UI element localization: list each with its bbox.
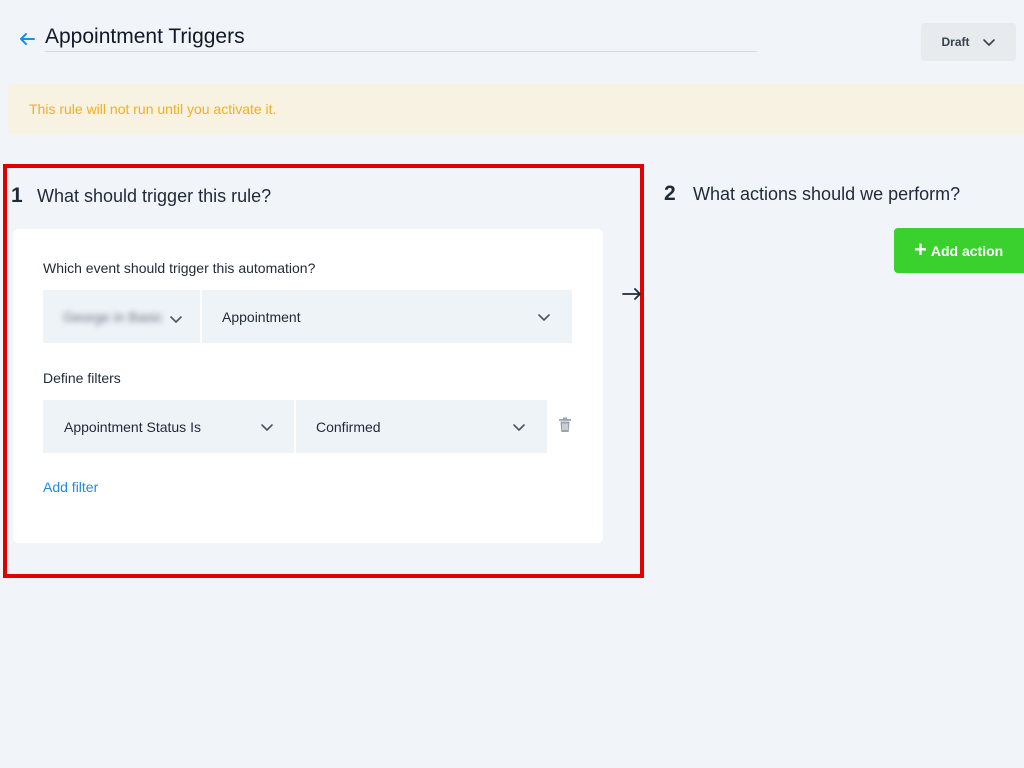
step-number-1: 1 [11, 184, 23, 207]
filter-value-select[interactable]: Confirmed [296, 400, 547, 453]
event-label: Which event should trigger this automati… [43, 260, 316, 276]
add-filter-link[interactable]: Add filter [43, 479, 98, 495]
back-arrow-icon[interactable] [17, 29, 37, 49]
plus-icon: + [914, 236, 927, 262]
add-action-label: Add action [930, 242, 1004, 259]
status-dropdown[interactable]: Draft [921, 23, 1016, 61]
title-divider [45, 51, 757, 52]
trash-icon[interactable] [556, 416, 574, 434]
status-label: Draft [941, 35, 970, 49]
arrow-right-icon [621, 284, 643, 304]
chevron-down-icon [260, 420, 274, 434]
source-select[interactable]: George in Basic [43, 290, 200, 343]
banner-text: This rule will not run until you activat… [29, 101, 277, 117]
inactive-rule-banner: This rule will not run until you activat… [8, 84, 1024, 135]
add-action-button[interactable]: + Add action [894, 228, 1024, 273]
event-select-value: Appointment [222, 308, 301, 325]
filter-field-select[interactable]: Appointment Status Is [43, 400, 294, 453]
step-number-2: 2 [664, 182, 676, 205]
chevron-down-icon [537, 310, 551, 324]
filter-value-text: Confirmed [316, 418, 381, 435]
page-title: Appointment Triggers [45, 25, 245, 48]
actions-section-title: What actions should we perform? [693, 184, 961, 204]
trigger-card: Which event should trigger this automati… [13, 229, 603, 543]
filters-label: Define filters [43, 370, 121, 386]
filter-field-value: Appointment Status Is [64, 418, 201, 435]
chevron-down-icon [169, 312, 183, 326]
chevron-down-icon [512, 420, 526, 434]
source-select-value: George in Basic [63, 308, 163, 325]
event-select[interactable]: Appointment [202, 290, 572, 343]
trigger-section: 1 What should trigger this rule? Which e… [3, 164, 644, 578]
chevron-down-icon [982, 35, 996, 49]
trigger-section-title: What should trigger this rule? [37, 186, 272, 206]
